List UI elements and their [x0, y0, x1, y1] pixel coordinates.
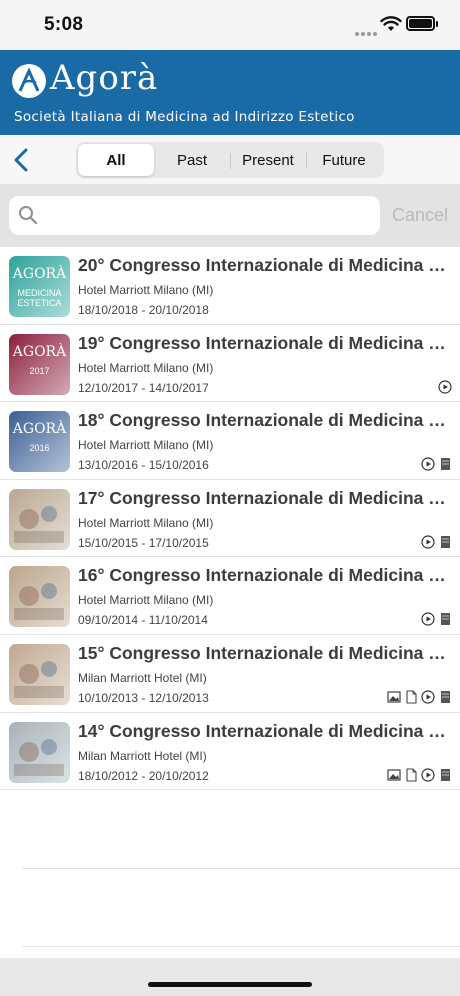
play-icon[interactable]: [438, 379, 452, 394]
event-venue: Hotel Marriott Milano (MI): [78, 438, 214, 453]
brand-header: Agorà Società Italiana di Medicina ad In…: [0, 50, 460, 135]
document-icon[interactable]: [404, 690, 418, 704]
home-indicator: [148, 982, 312, 987]
list-item[interactable]: AGORÀ 2017 19° Congresso Internazionale di…: [0, 325, 460, 403]
list-item[interactable]: AGORÀ 2016 18° Congresso Internazionale di…: [0, 402, 460, 480]
book-icon[interactable]: [438, 768, 452, 782]
event-venue: Hotel Marriott Milano (MI): [78, 593, 214, 608]
event-venue: Milan Marriott Hotel (MI): [78, 670, 207, 685]
back-chevron-icon[interactable]: [8, 145, 36, 175]
event-dates: 15/10/2015 - 17/10/2015: [78, 535, 209, 550]
event-venue: Hotel Marriott Milano (MI): [78, 360, 214, 375]
list-item[interactable]: 16° Congresso Internazionale di Medicina…: [0, 557, 460, 635]
thumbnail-label: AGORÀ: [12, 343, 67, 360]
bottom-bar: [0, 958, 460, 996]
event-title: 15° Congresso Internazionale di Medicina…: [78, 642, 454, 663]
image-icon[interactable]: [387, 690, 401, 704]
event-venue: Milan Marriott Hotel (MI): [78, 748, 207, 763]
event-media-icons: [421, 612, 452, 626]
document-icon[interactable]: [404, 768, 418, 782]
event-venue: Hotel Marriott Milano (MI): [78, 283, 214, 297]
event-dates: 10/10/2013 - 12/10/2013: [78, 690, 209, 705]
play-icon[interactable]: [421, 690, 435, 704]
event-dates: 09/10/2014 - 11/10/2014: [78, 613, 208, 628]
event-title: 20° Congresso Internazionale di Medicina…: [78, 255, 454, 275]
status-time: 5:08: [44, 14, 84, 35]
segment-present[interactable]: Present: [230, 144, 306, 176]
event-media-icons: [387, 690, 452, 704]
event-title: 17° Congresso Internazionale di Medicina…: [78, 487, 454, 508]
book-icon[interactable]: [438, 690, 452, 704]
event-dates: 13/10/2016 - 15/10/2016: [78, 458, 209, 473]
search-input[interactable]: [45, 196, 375, 235]
event-thumbnail: [9, 721, 70, 783]
thumbnail-sublabel: 2017: [29, 365, 50, 376]
thumbnail-sublabel: 2016: [29, 443, 50, 454]
event-media-icons: [421, 535, 452, 549]
cancel-button[interactable]: Cancel: [392, 205, 448, 226]
event-dates: 12/10/2017 - 14/10/2017: [78, 380, 209, 395]
book-icon[interactable]: [438, 535, 452, 549]
play-icon[interactable]: [421, 767, 435, 782]
event-media-icons: [421, 457, 452, 471]
event-title: 19° Congresso Internazionale di Medicina…: [78, 332, 454, 353]
event-dates: 18/10/2018 - 20/10/2018: [78, 303, 209, 317]
event-thumbnail: AGORÀ 2016: [9, 411, 70, 473]
brand-subtitle: Società Italiana di Medicina ad Indirizz…: [14, 109, 355, 125]
battery-icon: [406, 16, 438, 31]
filter-segmented-control: All Past Present Future: [76, 142, 384, 178]
list-item[interactable]: 14° Congresso Internazionale di Medicina…: [0, 713, 460, 791]
thumbnail-label: AGORÀ: [12, 266, 67, 282]
play-icon[interactable]: [421, 612, 435, 626]
segment-all[interactable]: All: [78, 144, 154, 176]
event-title: 14° Congresso Internazionale di Medicina…: [78, 720, 454, 741]
empty-row-divider: [22, 868, 460, 869]
event-thumbnail: [9, 566, 70, 628]
event-media-icons: [438, 379, 452, 394]
event-list: AGORÀ MEDICINA ESTETICA 20° Congresso Inte…: [0, 247, 460, 791]
signal-dots-icon: [355, 23, 379, 41]
agora-logo-icon: [12, 64, 46, 98]
list-item[interactable]: AGORÀ MEDICINA ESTETICA 20° Congresso Inte…: [0, 247, 460, 325]
brand-name: Agorà: [50, 58, 159, 98]
event-title: 18° Congresso Internazionale di Medicina…: [78, 410, 454, 431]
image-icon[interactable]: [387, 768, 401, 782]
thumbnail-label: AGORÀ: [12, 421, 67, 438]
book-icon[interactable]: [438, 612, 452, 626]
wifi-icon: [380, 16, 402, 31]
segment-past[interactable]: Past: [154, 144, 230, 176]
event-thumbnail: AGORÀ 2017: [9, 333, 70, 395]
event-venue: Hotel Marriott Milano (MI): [78, 515, 214, 530]
search-box[interactable]: [9, 196, 380, 235]
list-item[interactable]: 17° Congresso Internazionale di Medicina…: [0, 480, 460, 558]
event-thumbnail: [9, 643, 70, 705]
event-thumbnail: AGORÀ MEDICINA ESTETICA: [9, 256, 70, 317]
segment-future[interactable]: Future: [306, 144, 382, 176]
search-icon: [19, 206, 38, 225]
event-thumbnail: [9, 488, 70, 550]
event-title: 16° Congresso Internazionale di Medicina…: [78, 565, 454, 586]
search-area: [0, 185, 460, 247]
event-dates: 18/10/2012 - 20/10/2012: [78, 768, 209, 783]
play-icon[interactable]: [421, 457, 435, 471]
play-icon[interactable]: [421, 535, 435, 549]
status-bar: 5:08: [0, 0, 460, 50]
book-icon[interactable]: [438, 457, 452, 471]
thumbnail-sublabel: MEDICINA ESTETICA: [17, 288, 62, 308]
empty-row-divider: [22, 946, 460, 947]
list-item[interactable]: 15° Congresso Internazionale di Medicina…: [0, 635, 460, 713]
event-media-icons: [387, 767, 452, 782]
